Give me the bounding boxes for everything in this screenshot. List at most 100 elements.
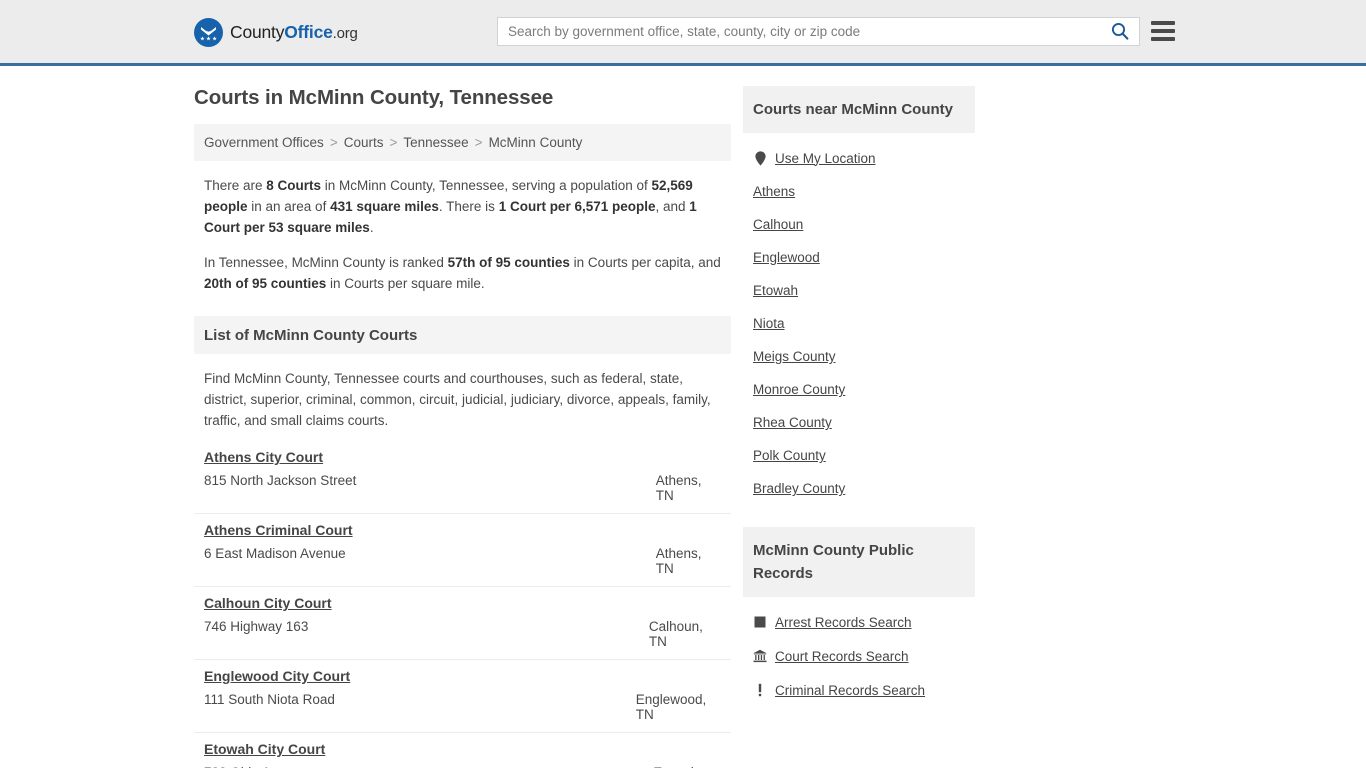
hamburger-menu-icon[interactable]: [1151, 21, 1175, 41]
logo-text-county: County: [230, 22, 285, 42]
sidebar-link-label[interactable]: Englewood: [753, 250, 820, 265]
sidebar-link-label[interactable]: Bradley County: [753, 481, 845, 496]
sidebar-link-label[interactable]: Etowah: [753, 283, 798, 298]
sidebar-item-bradley-county[interactable]: Bradley County: [753, 472, 965, 505]
court-detail: 111 South Niota Road Englewood, TN: [204, 692, 721, 722]
court-name-link[interactable]: Calhoun City Court: [204, 595, 332, 611]
sidebar-item-polk-county[interactable]: Polk County: [753, 439, 965, 472]
table-row[interactable]: Etowah City Court 723 Ohio Avenue Etowah…: [194, 733, 731, 768]
search-box: [497, 17, 1140, 46]
search-area: [497, 17, 1140, 46]
sidebar-item-calhoun[interactable]: Calhoun: [753, 208, 965, 241]
search-input[interactable]: [498, 18, 1103, 45]
rank-text: In Tennessee, McMinn County is ranked: [204, 255, 448, 270]
sidebar-item-rhea-county[interactable]: Rhea County: [753, 406, 965, 439]
sidebar-item-court-records-search[interactable]: Court Records Search: [753, 639, 965, 673]
hamburger-bar-1: [1151, 21, 1175, 25]
county-office-logo-icon: [194, 18, 223, 47]
hamburger-bar-2: [1151, 29, 1175, 33]
statistics-paragraph-2: In Tennessee, McMinn County is ranked 57…: [204, 252, 721, 294]
sidebar-link-label[interactable]: Calhoun: [753, 217, 803, 232]
sidebar-records-heading: McMinn County Public Records: [743, 527, 975, 597]
sidebar-item-use-my-location[interactable]: Use My Location: [753, 141, 965, 175]
breadcrumb-separator: >: [474, 135, 483, 150]
court-name-link[interactable]: Athens Criminal Court: [204, 522, 353, 538]
breadcrumb-item-tennessee[interactable]: Tennessee: [403, 135, 468, 150]
search-submit-button[interactable]: [1105, 20, 1135, 44]
sidebar-records-list: Arrest Records Search Court Records Sear…: [743, 597, 975, 713]
table-row[interactable]: Athens City Court 815 North Jackson Stre…: [194, 441, 731, 514]
stat-courts-count: 8 Courts: [266, 178, 322, 193]
sidebar-link-label[interactable]: Polk County: [753, 448, 826, 463]
sidebar-item-arrest-records-search[interactable]: Arrest Records Search: [753, 605, 965, 639]
court-address: 746 Highway 163: [204, 619, 309, 634]
logo-text-org: .org: [332, 25, 358, 42]
sidebar-nearby-list: Use My Location Athens Calhoun Englewood…: [743, 133, 975, 511]
breadcrumb-item-courts[interactable]: Courts: [344, 135, 384, 150]
logo-text-office: Office: [284, 22, 333, 42]
site-logo-text: CountyOffice.org: [230, 22, 358, 43]
search-icon: [1110, 21, 1130, 44]
court-name-link[interactable]: Englewood City Court: [204, 668, 350, 684]
stat-courts-per-people: 1 Court per 6,571 people: [498, 199, 656, 214]
stat-area: 431 square miles: [330, 199, 439, 214]
site-logo[interactable]: CountyOffice.org: [194, 18, 358, 47]
rank-text: in Courts per capita, and: [569, 255, 721, 270]
breadcrumb-item-government-offices[interactable]: Government Offices: [204, 135, 324, 150]
breadcrumb-separator: >: [329, 135, 338, 150]
sidebar-link-label[interactable]: Court Records Search: [775, 649, 909, 664]
stat-text: in McMinn County, Tennessee, serving a p…: [321, 178, 652, 193]
table-row[interactable]: Athens Criminal Court 6 East Madison Ave…: [194, 514, 731, 587]
sidebar-link-label[interactable]: Use My Location: [775, 151, 876, 166]
sidebar-item-meigs-county[interactable]: Meigs County: [753, 340, 965, 373]
sidebar-item-niota[interactable]: Niota: [753, 307, 965, 340]
sidebar-link-label[interactable]: Athens: [753, 184, 795, 199]
court-city: Athens, TN: [655, 546, 702, 576]
sidebar-link-label[interactable]: Arrest Records Search: [775, 615, 912, 630]
statistics-paragraph-1: There are 8 Courts in McMinn County, Ten…: [204, 175, 721, 238]
sidebar-link-label[interactable]: Criminal Records Search: [775, 683, 925, 698]
sidebar-item-monroe-county[interactable]: Monroe County: [753, 373, 965, 406]
stat-text: , and: [655, 199, 690, 214]
court-list-description: Find McMinn County, Tennessee courts and…: [204, 371, 711, 428]
sidebar: Courts near McMinn County Use My Locatio…: [743, 86, 975, 768]
rank-per-square-mile: 20th of 95 counties: [204, 276, 327, 291]
breadcrumb-separator: >: [389, 135, 398, 150]
main-column: Courts in McMinn County, Tennessee Gover…: [0, 86, 731, 768]
court-list: Athens City Court 815 North Jackson Stre…: [194, 441, 731, 768]
sidebar-link-label[interactable]: Monroe County: [753, 382, 845, 397]
court-address: 111 South Niota Road: [204, 692, 335, 707]
stat-text: .: [369, 220, 374, 235]
sidebar-item-englewood[interactable]: Englewood: [753, 241, 965, 274]
sidebar-item-etowah[interactable]: Etowah: [753, 274, 965, 307]
stat-text: in an area of: [247, 199, 331, 214]
table-row[interactable]: Calhoun City Court 746 Highway 163 Calho…: [194, 587, 731, 660]
court-detail: 6 East Madison Avenue Athens, TN: [204, 546, 721, 576]
stat-text: There are: [204, 178, 267, 193]
site-header: CountyOffice.org: [0, 0, 1366, 66]
sidebar-item-athens[interactable]: Athens: [753, 175, 965, 208]
court-city: Calhoun, TN: [648, 619, 703, 649]
sidebar-link-label[interactable]: Meigs County: [753, 349, 836, 364]
breadcrumb-item-mcminn-county: McMinn County: [488, 135, 583, 150]
sidebar-item-criminal-records-search[interactable]: Criminal Records Search: [753, 673, 965, 707]
court-name-link[interactable]: Etowah City Court: [204, 741, 325, 757]
square-badge-icon: [753, 614, 767, 630]
map-pin-icon: [753, 150, 767, 166]
court-detail: 815 North Jackson Street Athens, TN: [204, 473, 721, 503]
court-address: 6 East Madison Avenue: [204, 546, 346, 561]
rank-text: in Courts per square mile.: [326, 276, 485, 291]
court-address: 815 North Jackson Street: [204, 473, 357, 488]
stat-text: . There is: [438, 199, 499, 214]
court-list-heading: List of McMinn County Courts: [194, 316, 731, 354]
page-body: Courts in McMinn County, Tennessee Gover…: [0, 66, 1366, 768]
table-row[interactable]: Englewood City Court 111 South Niota Roa…: [194, 660, 731, 733]
rank-per-capita: 57th of 95 counties: [447, 255, 570, 270]
sidebar-link-label[interactable]: Rhea County: [753, 415, 832, 430]
breadcrumb: Government Offices > Courts > Tennessee …: [194, 124, 731, 161]
court-name-link[interactable]: Athens City Court: [204, 449, 323, 465]
sidebar-link-label[interactable]: Niota: [753, 316, 785, 331]
exclamation-icon: [753, 682, 767, 698]
county-statistics: There are 8 Courts in McMinn County, Ten…: [194, 161, 731, 312]
